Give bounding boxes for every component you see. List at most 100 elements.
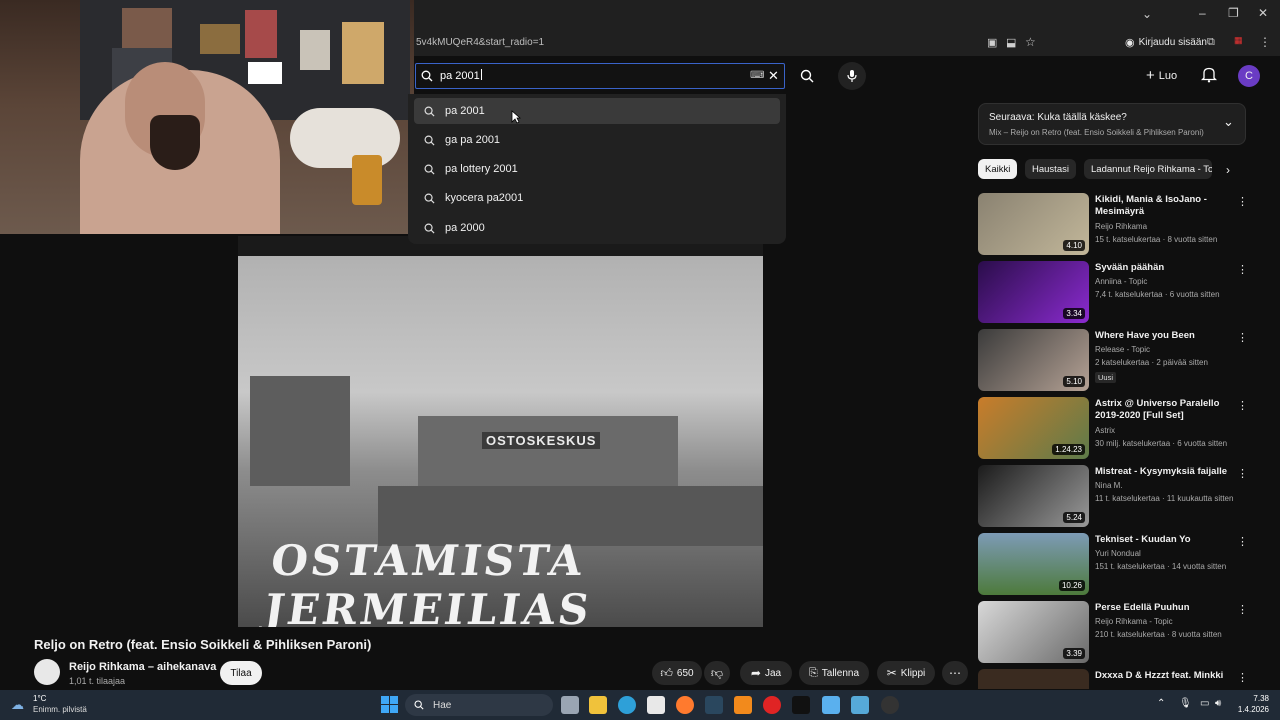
rec-title: Dxxxa D & Hzzzt feat. Minkki	[1095, 670, 1224, 681]
suggestion-item[interactable]: pa 2000	[414, 215, 780, 241]
extensions-icon[interactable]: ⧉	[1207, 36, 1215, 49]
create-label: Luo	[1158, 69, 1178, 82]
dislike-button[interactable]: 👎︎	[704, 661, 730, 685]
obs-icon[interactable]	[881, 696, 899, 714]
suggestion-item[interactable]: pa lottery 2001	[414, 156, 780, 182]
search-input[interactable]: pa 2001 ⌨ ✕	[415, 63, 785, 89]
app-icon[interactable]	[851, 696, 869, 714]
subscriber-count: 1,01 t. tilaajaa	[69, 676, 126, 686]
suggestion-item[interactable]: kyocera pa2001	[414, 185, 780, 211]
weather-desc[interactable]: Enimm. pilvistä	[33, 705, 87, 714]
account-avatar[interactable]: C	[1238, 65, 1260, 87]
steam-icon[interactable]	[705, 696, 723, 714]
subscribe-button[interactable]: Tilaa	[220, 661, 262, 685]
firefox-icon[interactable]	[676, 696, 694, 714]
recommendation-item[interactable]: 4.10 Kikidi, Mania & IsoJano - Mesimäyrä…	[978, 193, 1248, 257]
search-query-text: pa 2001	[440, 69, 482, 82]
vlc-icon[interactable]	[734, 696, 752, 714]
rec-title: Astrix @ Universo Paralello 2019-2020 [F…	[1095, 398, 1220, 421]
rec-channel: Anniina - Topic	[1095, 277, 1148, 286]
kebab-menu-icon[interactable]: ⋮	[1237, 671, 1246, 684]
weather-icon[interactable]: ☁	[11, 697, 24, 713]
terminal-icon[interactable]	[792, 696, 810, 714]
network-icon[interactable]: ▭	[1200, 698, 1209, 709]
create-button[interactable]: + Luo	[1146, 67, 1177, 84]
microphone-icon[interactable]: 🎙︎	[1179, 698, 1192, 709]
recommendation-item[interactable]: 10.26 Tekniset - Kuudan Yo Yuri Nondual …	[978, 533, 1248, 597]
clip-button[interactable]: ✂ Klippi	[877, 661, 935, 685]
suggestion-item[interactable]: ga pa 2001	[414, 127, 780, 153]
kebab-menu-icon[interactable]: ⋮	[1237, 399, 1248, 412]
kebab-menu-icon[interactable]: ⋮	[1237, 467, 1248, 480]
bell-icon	[1200, 67, 1218, 83]
chevron-up-icon[interactable]: ⌃	[1157, 698, 1165, 709]
search-suggestions: pa 2001 ga pa 2001 pa lottery 2001 kyoce…	[408, 94, 786, 244]
suggestion-text: pa 2000	[445, 222, 485, 234]
like-button[interactable]: 👍︎ 650	[652, 661, 702, 685]
keyboard-icon[interactable]: ⌨	[750, 70, 764, 81]
video-thumbnail: 10.26	[978, 533, 1089, 595]
taskbar-search[interactable]: Hae	[405, 694, 553, 716]
recommendation-item[interactable]: 5.10 Where Have you Been Release - Topic…	[978, 329, 1248, 393]
search-icon	[421, 70, 433, 82]
task-view-icon[interactable]	[561, 696, 579, 714]
weather-temp[interactable]: 1°C	[33, 694, 46, 703]
recommendation-item[interactable]: 3.39 Perse Edellä Puuhun Reijo Rihkama -…	[978, 601, 1248, 665]
recommendation-item[interactable]: 1.24.23 Astrix @ Universo Paralello 2019…	[978, 397, 1248, 461]
paint-icon[interactable]	[822, 696, 840, 714]
screenshot-icon[interactable]: ▣	[987, 36, 997, 49]
extension-badge-icon[interactable]: ▦	[1234, 35, 1243, 46]
clock-date[interactable]: 1.4.2026	[1234, 705, 1269, 714]
clear-search-icon[interactable]: ✕	[768, 68, 779, 84]
kebab-menu-icon[interactable]: ⋮	[1237, 603, 1248, 616]
share-button[interactable]: ➦ Jaa	[740, 661, 792, 685]
store-icon[interactable]	[647, 696, 665, 714]
video-player[interactable]: OSTOSKESKUS OSTAMISTA JERMEILIAS	[238, 236, 763, 627]
flag-image	[248, 62, 282, 84]
chip-all[interactable]: Kaikki	[978, 159, 1018, 179]
kebab-menu-icon[interactable]: ⋮	[1237, 331, 1248, 344]
channel-name[interactable]: Reijo Rihkama – aihekanava	[69, 661, 216, 673]
clock-time[interactable]: 7.38	[1245, 694, 1269, 703]
menu-icon[interactable]: ⋮	[1259, 35, 1271, 49]
windows-start-icon[interactable]	[381, 696, 398, 713]
kebab-menu-icon[interactable]: ⋮	[1237, 195, 1248, 208]
search-icon	[424, 193, 435, 204]
duration-badge: 5.10	[1063, 376, 1085, 387]
up-next-box[interactable]: Seuraava: Kuka täällä käskee? Mix – Reij…	[978, 103, 1246, 145]
close-window-icon[interactable]: ✕	[1258, 6, 1268, 20]
chevron-right-icon[interactable]: ›	[1226, 163, 1230, 177]
recommendation-item[interactable]: Dxxxa D & Hzzzt feat. Minkki ⋮	[978, 669, 1246, 689]
opera-icon[interactable]	[763, 696, 781, 714]
microphone-icon	[847, 70, 857, 82]
suggestion-item[interactable]: pa 2001	[414, 98, 780, 124]
edge-icon[interactable]	[618, 696, 636, 714]
chip-uploaded-by[interactable]: Ladannut Reijo Rihkama - To	[1084, 159, 1212, 179]
rec-meta: 7,4 t. katselukertaa · 6 vuotta sitten	[1095, 290, 1220, 299]
kebab-menu-icon[interactable]: ⋮	[1237, 535, 1248, 548]
voice-search-button[interactable]	[838, 62, 866, 90]
url-text[interactable]: 5v4kMUQeR4&start_radio=1	[416, 37, 544, 48]
recommendation-item[interactable]: 3.34 Syvään päähän Anniina - Topic 7,4 t…	[978, 261, 1248, 325]
notifications-button[interactable]	[1200, 66, 1218, 88]
search-icon	[424, 106, 435, 117]
recommendation-item[interactable]: 5.24 Mistreat - Kysymyksiä faijalle Nina…	[978, 465, 1248, 529]
save-button[interactable]: ⎘ Tallenna	[799, 661, 869, 685]
account-icon: ◉	[1125, 37, 1135, 49]
volume-icon[interactable]: 🔊︎	[1215, 698, 1221, 709]
rec-meta: 2 katselukertaa · 2 päivää sitten	[1095, 358, 1208, 367]
minimize-icon[interactable]: –	[1199, 6, 1206, 20]
chevron-down-icon[interactable]: ⌄	[1223, 114, 1234, 130]
channel-avatar[interactable]	[34, 659, 60, 685]
plus-icon: +	[1146, 67, 1155, 84]
chip-for-you[interactable]: Haustasi	[1025, 159, 1076, 179]
more-actions-button[interactable]: ⋯	[942, 661, 968, 685]
chevron-down-icon[interactable]: ⌄	[1142, 7, 1152, 21]
download-icon[interactable]: ⬓	[1006, 36, 1016, 49]
maximize-icon[interactable]: ❐	[1228, 6, 1239, 20]
file-explorer-icon[interactable]	[589, 696, 607, 714]
star-icon[interactable]: ☆	[1025, 35, 1036, 49]
login-button[interactable]: ◉ Kirjaudu sisään	[1125, 36, 1207, 49]
kebab-menu-icon[interactable]: ⋮	[1237, 263, 1248, 276]
search-button[interactable]	[787, 63, 827, 89]
